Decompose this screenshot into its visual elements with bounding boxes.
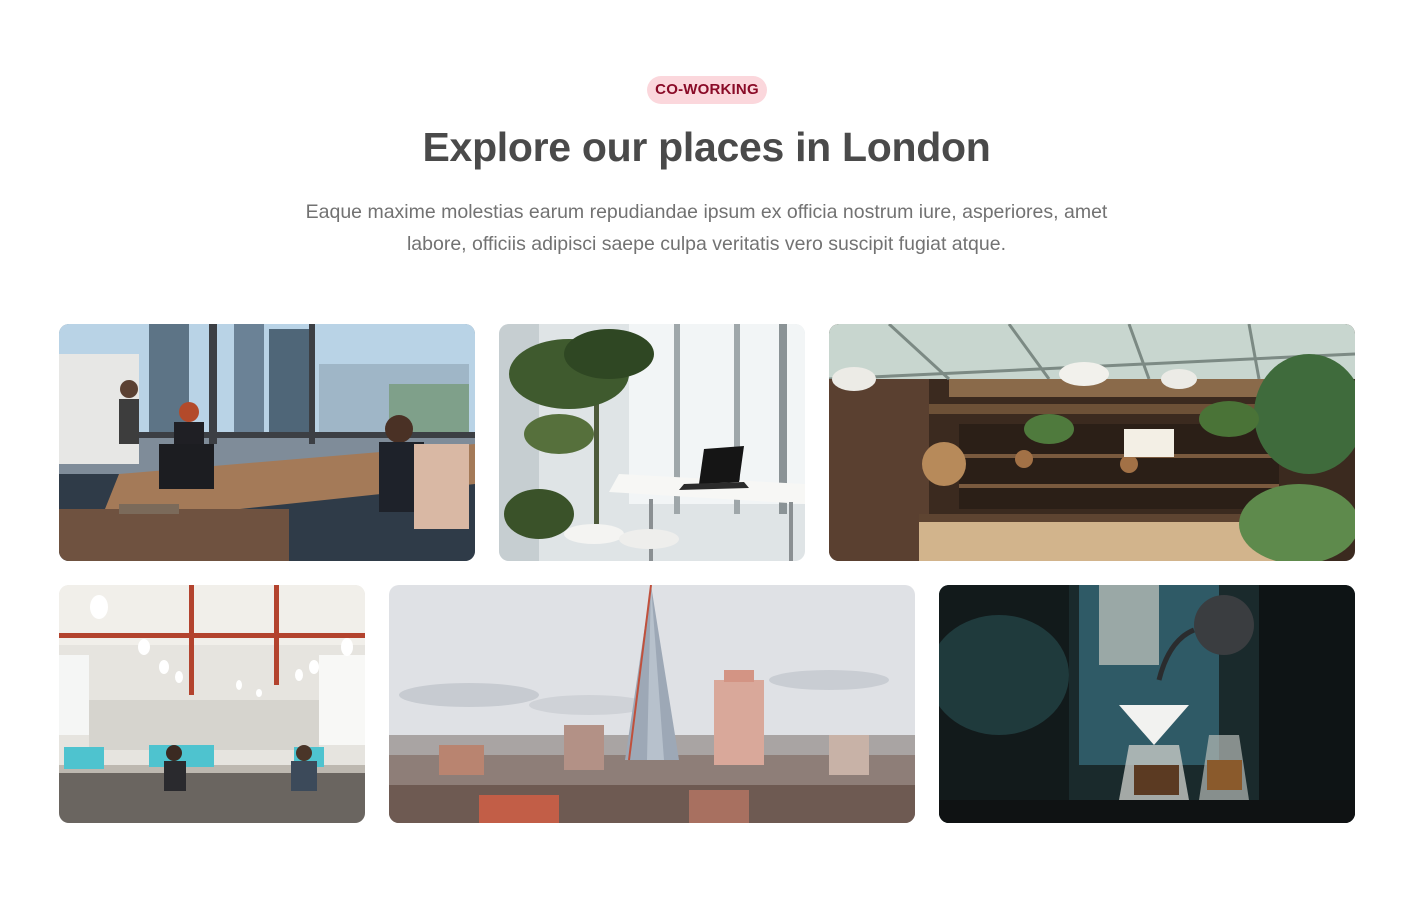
section-title: Explore our places in London [422,124,991,170]
office-window-photo[interactable] [59,324,475,561]
pour-over-coffee-photo[interactable] [939,585,1355,823]
plant-desk-photo[interactable] [499,324,805,561]
category-badge: CO-WORKING [647,76,767,104]
lights-office-photo[interactable] [59,585,365,823]
cafe-bar-photo[interactable] [829,324,1355,561]
shard-skyline-photo[interactable] [389,585,915,823]
section-description: Eaque maxime molestias earum repudiandae… [305,201,1108,255]
